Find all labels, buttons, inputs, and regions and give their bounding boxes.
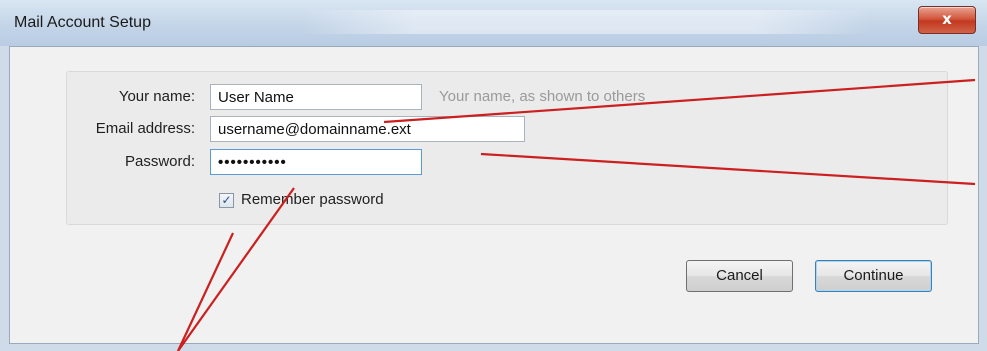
mail-account-setup-window: Mail Account Setup x Your name: User Nam… <box>0 0 987 351</box>
annotation-callouts <box>177 78 976 351</box>
callout-line-checkbox <box>177 232 234 351</box>
callout-line-email <box>480 152 976 186</box>
callout-line-password <box>177 187 295 351</box>
callout-line-name <box>383 78 976 124</box>
